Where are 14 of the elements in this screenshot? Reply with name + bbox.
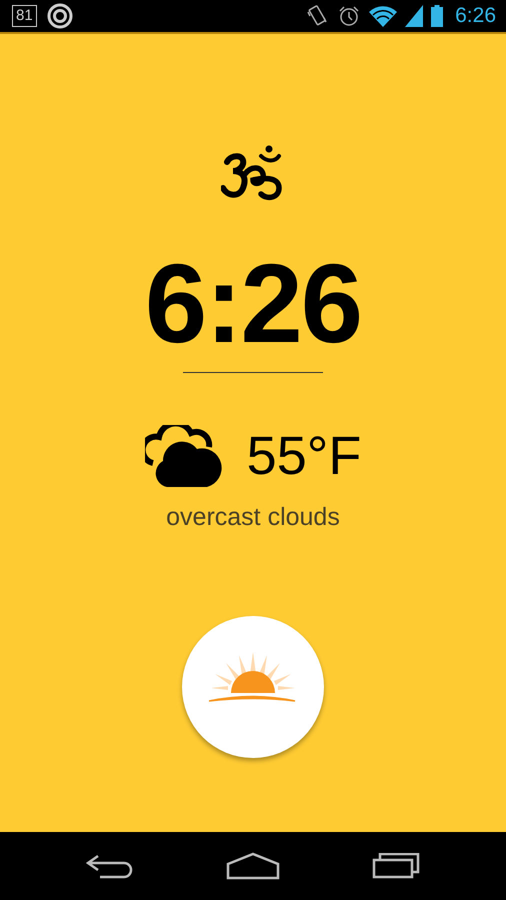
alarm-icon xyxy=(337,4,362,28)
clock-time: 6:26 xyxy=(144,248,362,360)
temperature: 55°F xyxy=(246,425,362,487)
vibrate-icon xyxy=(305,4,330,28)
ring-icon xyxy=(46,3,73,29)
back-icon[interactable] xyxy=(86,852,134,880)
home-icon[interactable] xyxy=(226,852,280,880)
notification-count: 81 xyxy=(12,5,37,27)
weather-description: overcast clouds xyxy=(166,503,340,532)
recent-apps-icon[interactable] xyxy=(372,853,420,879)
battery-icon xyxy=(431,5,444,27)
signal-icon xyxy=(405,5,424,27)
wifi-icon xyxy=(369,5,398,27)
status-time: 6:26 xyxy=(455,4,496,28)
